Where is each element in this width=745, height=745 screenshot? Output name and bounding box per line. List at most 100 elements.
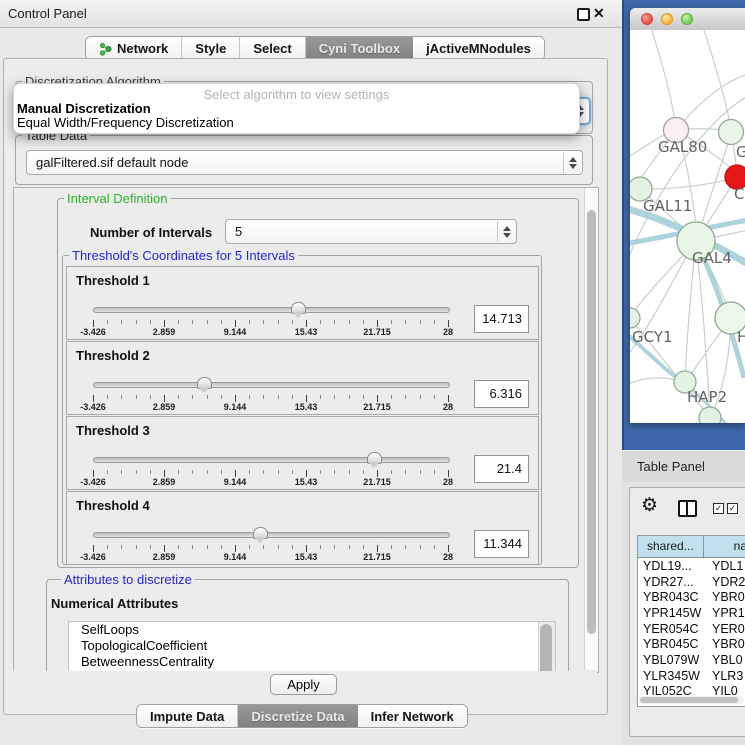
table-row[interactable]: YDL19...YDL1 <box>638 558 745 574</box>
slider-tick-labels: -3.4262.8599.14415.4321.71528 <box>93 402 449 412</box>
tab-label: Cyni Toolbox <box>319 41 400 56</box>
thresholds-group: Threshold's Coordinates for 5 Intervals … <box>62 255 542 565</box>
app-window: Control Panel ✕ Network Style Select Cyn… <box>0 0 745 745</box>
slider-thumb[interactable] <box>291 302 306 314</box>
group-title: Interval Definition <box>64 191 170 206</box>
tab-select[interactable]: Select <box>240 37 305 60</box>
list-scrollbar-thumb[interactable] <box>540 624 552 673</box>
close-icon[interactable]: ✕ <box>593 5 605 22</box>
list-item[interactable]: SelfLoops <box>69 622 555 638</box>
table-panel-titlebar: Table Panel <box>622 450 745 483</box>
node-label: GA <box>736 143 745 161</box>
node-label: GCY1 <box>632 328 673 346</box>
numerical-attributes-list[interactable]: SelfLoops TopologicalCoefficient Between… <box>68 621 556 673</box>
table-row[interactable]: YPR145WYPR1 <box>638 605 745 621</box>
table-horizontal-scrollbar[interactable] <box>639 696 744 704</box>
threshold-4-panel: Threshold 4 -3.4262.8599.14415.4321.7152… <box>66 491 539 565</box>
slider-track[interactable] <box>93 382 450 388</box>
zoom-traffic-light-icon[interactable] <box>681 13 693 25</box>
network-canvas[interactable]: GAL80 GA GAL11 C GAL4 GCY1 H HAP2 <box>630 30 745 423</box>
slider-track[interactable] <box>93 307 450 313</box>
tab-label: Style <box>195 41 226 56</box>
minimize-traffic-light-icon[interactable] <box>661 13 673 25</box>
slider-thumb[interactable] <box>367 452 382 464</box>
threshold-3-panel: Threshold 3 -3.4262.8599.14415.4321.7152… <box>66 416 539 490</box>
panel-scrollbar[interactable] <box>584 188 598 670</box>
tab-label: Select <box>253 41 291 56</box>
slider-thumb[interactable] <box>197 377 212 389</box>
dropdown-option-equal-width[interactable]: Equal Width/Frequency Discretization <box>17 115 576 130</box>
threshold-label: Threshold 2 <box>76 348 150 363</box>
attributes-to-discretize-group: Attributes to discretize Numerical Attri… <box>46 579 569 673</box>
list-item[interactable]: BetweennessCentrality <box>69 654 555 670</box>
tab-label: Discretize Data <box>251 709 344 724</box>
column-header[interactable]: na <box>704 536 745 557</box>
group-title: Attributes to discretize <box>61 572 195 587</box>
float-window-icon[interactable] <box>577 8 590 21</box>
slider-track[interactable] <box>93 457 450 463</box>
slider-track[interactable] <box>93 532 450 538</box>
gear-icon[interactable]: ⚙ <box>641 496 658 515</box>
panel-scrollbar-thumb[interactable] <box>587 210 596 634</box>
threshold-label: Threshold 4 <box>76 498 150 513</box>
control-panel: Control Panel ✕ Network Style Select Cyn… <box>0 0 622 745</box>
columns-icon[interactable] <box>678 500 697 517</box>
table-row[interactable]: YBR043CYBR0 <box>638 589 745 605</box>
table-panel-body: ⚙ ✓ ✓ shared... na YDL19...YDL1 YDR27...… <box>622 482 745 745</box>
slider-tick-labels: -3.4262.8599.14415.4321.71528 <box>93 327 449 337</box>
column-header[interactable]: shared... <box>638 536 704 557</box>
combo-stepper-icon <box>497 221 515 242</box>
network-node <box>719 120 744 145</box>
close-traffic-light-icon[interactable] <box>641 13 653 25</box>
node-label: C <box>734 185 744 203</box>
group-title: Threshold's Coordinates for 5 Intervals <box>69 248 298 263</box>
table-row[interactable]: YLR345WYLR3 <box>638 668 745 684</box>
algorithm-dropdown-popup: Select algorithm to view settings Manual… <box>13 83 580 134</box>
tab-impute-data[interactable]: Impute Data <box>137 705 238 727</box>
table-horizontal-scrollbar-thumb[interactable] <box>640 697 738 703</box>
cyni-toolbox-pane: Discretization Algorithm Select algorith… <box>3 58 608 715</box>
combo-stepper-icon <box>563 152 581 173</box>
apply-button[interactable]: Apply <box>270 674 337 695</box>
threshold-value-field[interactable]: 6.316 <box>474 380 529 408</box>
network-graph: GAL80 GA GAL11 C GAL4 GCY1 H HAP2 <box>630 30 745 423</box>
dropdown-option-manual[interactable]: Manual Discretization <box>17 101 576 116</box>
threshold-value-field[interactable]: 11.344 <box>474 530 529 558</box>
number-of-intervals-label: Number of Intervals <box>90 225 212 240</box>
table-data-combobox[interactable]: galFiltered.sif default node <box>26 150 583 175</box>
network-window: GAL80 GA GAL11 C GAL4 GCY1 H HAP2 <box>630 8 745 423</box>
apply-row: Apply <box>13 671 597 701</box>
node-label: GAL11 <box>643 197 692 215</box>
node-label: GAL4 <box>692 249 732 267</box>
tab-discretize-data[interactable]: Discretize Data <box>238 705 357 727</box>
threshold-value-field[interactable]: 21.4 <box>474 455 529 483</box>
checkbox-icon[interactable]: ✓ <box>727 503 738 514</box>
control-panel-titlebar: Control Panel ✕ <box>0 0 622 28</box>
list-item[interactable]: TopologicalCoefficient <box>69 638 555 654</box>
slider-thumb[interactable] <box>253 527 268 539</box>
table-row[interactable]: YBL079WYBL0 <box>638 652 745 668</box>
table-panel-title: Table Panel <box>637 459 705 474</box>
threshold-label: Threshold 3 <box>76 423 150 438</box>
network-window-titlebar <box>630 8 745 31</box>
interval-definition-group: Interval Definition Number of Intervals … <box>57 198 579 568</box>
table-row[interactable]: YDR27...YDR2 <box>638 574 745 590</box>
tab-network[interactable]: Network <box>86 37 182 60</box>
tab-cyni-toolbox[interactable]: Cyni Toolbox <box>306 37 413 60</box>
number-of-intervals-combobox[interactable]: 5 <box>225 219 517 244</box>
tab-jactivemnodules[interactable]: jActiveMNodules <box>413 37 544 60</box>
threshold-value-field[interactable]: 14.713 <box>474 305 529 333</box>
node-label: HAP2 <box>687 388 727 406</box>
tab-label: Network <box>117 41 168 56</box>
checkbox-icon[interactable]: ✓ <box>713 503 724 514</box>
number-of-intervals-value: 5 <box>226 220 516 243</box>
network-node <box>699 407 721 423</box>
table-row[interactable]: YBR045CYBR0 <box>638 636 745 652</box>
panel-title: Control Panel <box>8 6 87 21</box>
table-header-row: shared... na <box>638 536 745 558</box>
network-node <box>630 308 640 328</box>
tab-style[interactable]: Style <box>182 37 240 60</box>
node-table: shared... na YDL19...YDL1 YDR27...YDR2 Y… <box>637 535 745 707</box>
tab-infer-network[interactable]: Infer Network <box>358 705 467 727</box>
table-row[interactable]: YER054CYER0 <box>638 621 745 637</box>
